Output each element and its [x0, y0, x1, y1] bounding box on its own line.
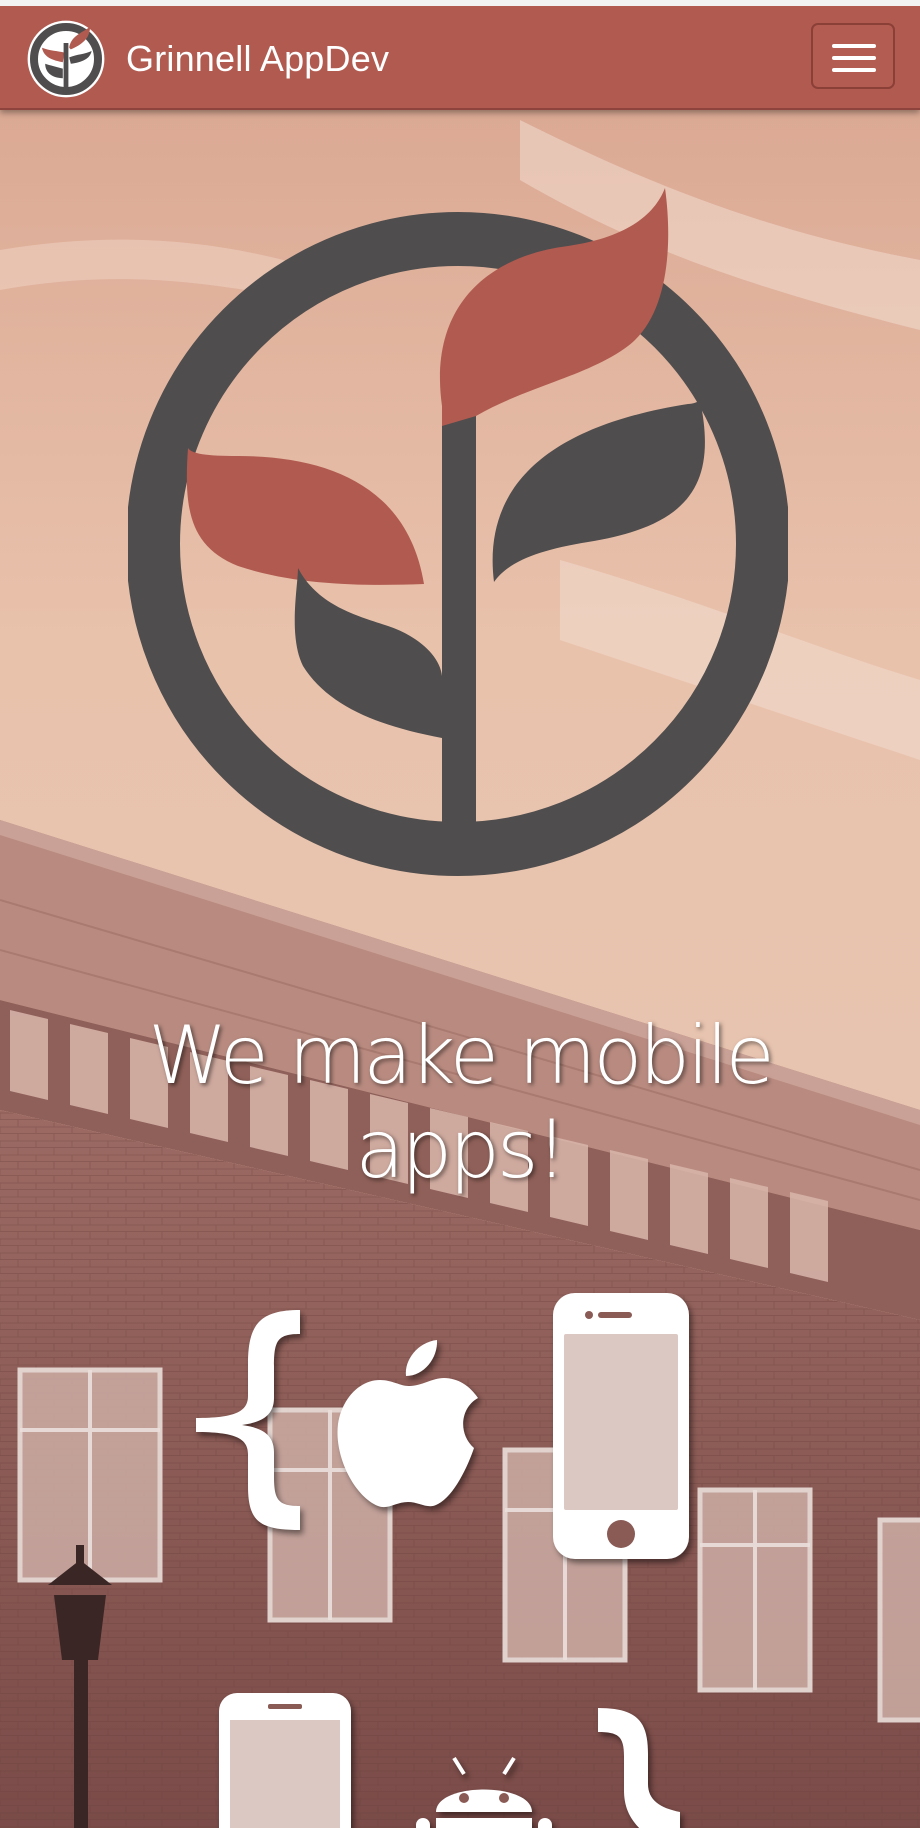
apple-icon [337, 1340, 478, 1508]
curly-brace-open-icon [196, 1310, 300, 1530]
feature-icons-row [0, 1280, 920, 1580]
android-icon [416, 1756, 552, 1828]
feature-icons-row-2 [0, 1680, 920, 1828]
curly-brace-close-icon [598, 1708, 680, 1828]
brand-name[interactable]: Grinnell AppDev [126, 38, 389, 80]
tagline: We make mobile apps! [148, 1008, 774, 1196]
hero-logo-icon [128, 188, 788, 876]
navbar: Grinnell AppDev [0, 6, 920, 110]
iphone-icon [553, 1293, 689, 1559]
grinnell-appdev-logo-icon[interactable] [26, 19, 106, 99]
android-phone-icon [219, 1693, 351, 1828]
menu-toggle-button[interactable] [811, 23, 895, 89]
top-edge-line [0, 0, 920, 6]
